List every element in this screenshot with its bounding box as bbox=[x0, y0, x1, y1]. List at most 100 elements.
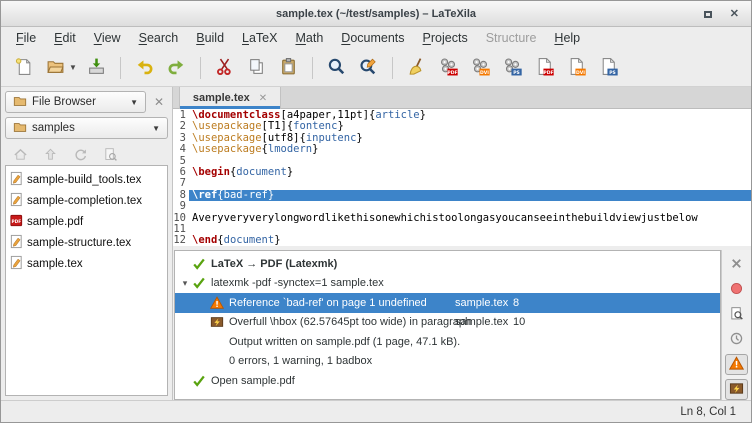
file-list-item[interactable]: sample-build_tools.tex bbox=[6, 169, 167, 190]
build-pdf-button[interactable]: PDF bbox=[434, 53, 463, 82]
file-name: sample.pdf bbox=[27, 216, 83, 228]
build-message-row[interactable]: ▾latexmk -pdf -synctex=1 sample.tex bbox=[175, 274, 720, 294]
build-message-text: Overfull \hbox (62.57645pt too wide) in … bbox=[229, 316, 471, 328]
menu-search[interactable]: Search bbox=[130, 28, 188, 48]
refresh-button[interactable] bbox=[73, 147, 88, 165]
build-message-row[interactable]: Output written on sample.pdf (1 page, 47… bbox=[175, 332, 720, 352]
cut-button[interactable] bbox=[210, 53, 239, 82]
svg-text:PS: PS bbox=[513, 70, 520, 76]
warnings-toggle-button[interactable]: ! bbox=[725, 354, 748, 375]
search-replace-button[interactable] bbox=[354, 53, 383, 82]
menu-documents[interactable]: Documents bbox=[332, 28, 413, 48]
open-dropdown-arrow-icon[interactable]: ▼ bbox=[69, 63, 77, 72]
file-list-item[interactable]: sample.tex bbox=[6, 253, 167, 274]
build-dvi-button[interactable]: DVI bbox=[466, 53, 495, 82]
editor-line[interactable]: 12\end{document} bbox=[173, 235, 751, 246]
build-ps-button[interactable]: PS bbox=[498, 53, 527, 82]
menu-edit[interactable]: Edit bbox=[45, 28, 85, 48]
open-document-icon bbox=[46, 57, 65, 79]
history-button[interactable] bbox=[725, 329, 748, 350]
editor-line[interactable]: 6\begin{document} bbox=[173, 167, 751, 178]
copy-icon bbox=[247, 57, 266, 79]
clean-icon bbox=[407, 57, 426, 79]
menu-help[interactable]: Help bbox=[545, 28, 589, 48]
file-list-item[interactable]: PDFsample.pdf bbox=[6, 211, 167, 232]
close-button[interactable] bbox=[725, 255, 748, 276]
toolbar: ▼ PDF DVI PS PDF DVI PS bbox=[1, 49, 751, 87]
build-message-row[interactable]: !Reference `bad-ref' on page 1 undefined… bbox=[175, 293, 720, 313]
copy-button[interactable] bbox=[242, 53, 271, 82]
directory-label: samples bbox=[32, 122, 75, 134]
toolbar-separator bbox=[200, 57, 201, 79]
code-editor[interactable]: 1\documentclass[a4paper,11pt]{article}2\… bbox=[173, 109, 751, 246]
check-icon bbox=[191, 276, 206, 291]
menu-math[interactable]: Math bbox=[286, 28, 332, 48]
menu-structure[interactable]: Structure bbox=[477, 28, 546, 48]
editor-line[interactable]: 10Averyveryverylongwordlikethisonewhichi… bbox=[173, 213, 751, 224]
build-message-text: Open sample.pdf bbox=[211, 375, 295, 387]
close-panel-button[interactable]: ✕ bbox=[150, 95, 168, 109]
svg-text:PDF: PDF bbox=[543, 70, 553, 76]
build-message-file: sample.tex bbox=[455, 316, 508, 328]
menu-view[interactable]: View bbox=[85, 28, 130, 48]
svg-text:PDF: PDF bbox=[447, 70, 457, 76]
line-content: Averyveryverylongwordlikethisonewhichist… bbox=[189, 213, 751, 224]
no-icon bbox=[209, 334, 224, 349]
view-log-button[interactable] bbox=[725, 305, 748, 326]
menu-file[interactable]: File bbox=[7, 28, 45, 48]
build-message-row[interactable]: 0 errors, 1 warning, 1 badbox bbox=[175, 352, 720, 372]
close-window-button[interactable]: ✕ bbox=[730, 9, 739, 20]
paste-button[interactable] bbox=[274, 53, 303, 82]
undo-button[interactable] bbox=[130, 53, 159, 82]
folder-icon bbox=[13, 120, 27, 137]
file-list-item[interactable]: sample-structure.tex bbox=[6, 232, 167, 253]
tab-sample-tex[interactable]: sample.tex ✕ bbox=[179, 87, 281, 109]
home-button[interactable] bbox=[13, 147, 28, 165]
panel-selector-combo[interactable]: File Browser ▼ bbox=[5, 91, 146, 113]
expander-icon[interactable]: ▾ bbox=[179, 278, 191, 289]
clean-button[interactable] bbox=[402, 53, 431, 82]
editor-line[interactable]: 8\ref{bad-ref} bbox=[173, 190, 751, 201]
build-message-row[interactable]: Overfull \hbox (62.57645pt too wide) in … bbox=[175, 313, 720, 333]
stop-button[interactable] bbox=[725, 280, 748, 301]
jump-to-document-button[interactable] bbox=[103, 147, 118, 165]
editor-line[interactable]: 4\usepackage{lmodern} bbox=[173, 144, 751, 155]
open-document-button[interactable] bbox=[41, 53, 70, 82]
menubar: FileEditViewSearchBuildLaTeXMathDocument… bbox=[1, 27, 751, 49]
directory-combo[interactable]: samples ▼ bbox=[5, 117, 168, 139]
tex-file-icon bbox=[9, 234, 24, 252]
menu-projects[interactable]: Projects bbox=[414, 28, 477, 48]
maximize-button[interactable] bbox=[704, 11, 712, 18]
close-tab-icon[interactable]: ✕ bbox=[259, 93, 267, 104]
pdf-file-icon: PDF bbox=[9, 213, 24, 231]
redo-button[interactable] bbox=[162, 53, 191, 82]
history-icon bbox=[729, 331, 744, 349]
svg-text:!: ! bbox=[735, 359, 739, 369]
menu-build[interactable]: Build bbox=[187, 28, 233, 48]
view-pdf-icon: PDF bbox=[535, 57, 554, 79]
build-message-row[interactable]: Open sample.pdf bbox=[175, 371, 720, 391]
file-list-item[interactable]: sample-completion.tex bbox=[6, 190, 167, 211]
build-message-row[interactable]: LaTeX → PDF (Latexmk) bbox=[175, 254, 720, 274]
view-dvi-button[interactable]: DVI bbox=[562, 53, 591, 82]
panel-selector-row: File Browser ▼ ✕ bbox=[5, 91, 168, 113]
view-pdf-button[interactable]: PDF bbox=[530, 53, 559, 82]
save-button[interactable] bbox=[82, 53, 111, 82]
new-document-button[interactable] bbox=[9, 53, 38, 82]
search-button[interactable] bbox=[322, 53, 351, 82]
tab-bar: sample.tex ✕ bbox=[173, 87, 751, 109]
panel-selector-label: File Browser bbox=[32, 96, 96, 108]
warnings-toggle-icon: ! bbox=[729, 356, 744, 374]
view-dvi-icon: DVI bbox=[567, 57, 586, 79]
view-ps-button[interactable]: PS bbox=[594, 53, 623, 82]
badboxes-toggle-button[interactable] bbox=[725, 379, 748, 400]
build-view-toolbar: ! bbox=[721, 250, 751, 400]
file-list: sample-build_tools.texsample-completion.… bbox=[5, 165, 168, 396]
line-content: \end{document} bbox=[189, 235, 751, 246]
go-up-button[interactable] bbox=[43, 147, 58, 165]
check-icon bbox=[191, 373, 206, 388]
menu-latex[interactable]: LaTeX bbox=[233, 28, 286, 48]
window-buttons: ✕ bbox=[704, 1, 739, 27]
editor-pane: sample.tex ✕ 1\documentclass[a4paper,11p… bbox=[173, 87, 751, 400]
paste-icon bbox=[279, 57, 298, 79]
